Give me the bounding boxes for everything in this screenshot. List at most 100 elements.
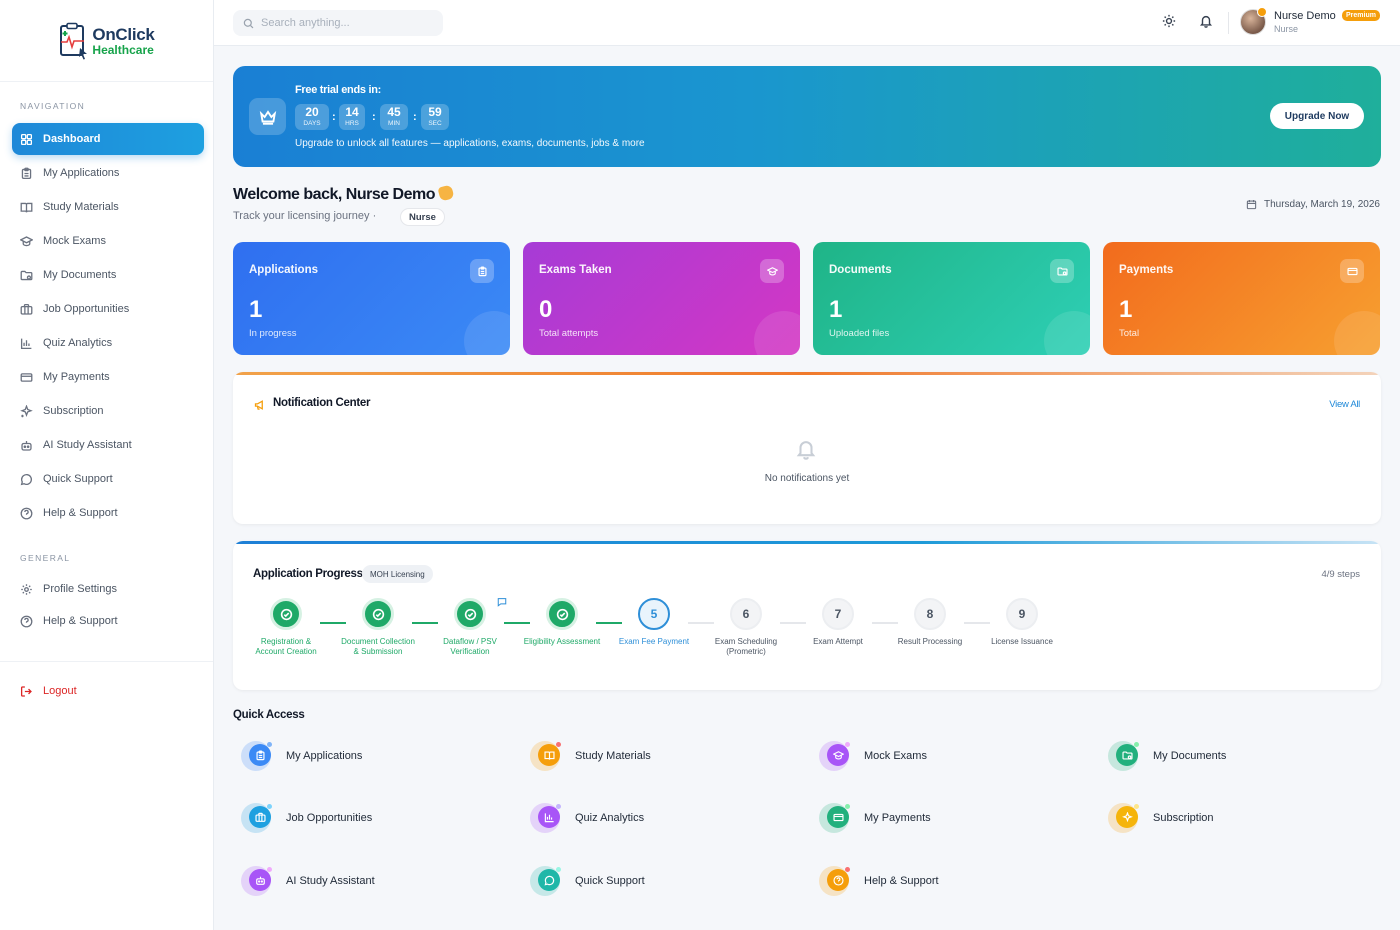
step-label: Exam Fee Payment	[618, 637, 690, 646]
step-label: Document Collection & Submission	[341, 637, 415, 656]
quick-access-my-payments[interactable]: My Payments	[819, 803, 931, 833]
briefcase-icon	[254, 812, 266, 822]
search-box[interactable]	[233, 10, 443, 36]
countdown-unit: SEC	[428, 120, 442, 127]
sidebar-item-my-documents[interactable]: My Documents	[12, 259, 204, 291]
stat-card-exams[interactable]: Exams Taken 0 Total attempts	[523, 242, 800, 355]
check-circle-icon	[556, 608, 568, 620]
quick-icon	[530, 741, 564, 771]
progress-title: Application Progress	[253, 568, 363, 580]
sidebar-item-label: Help & Support	[43, 615, 118, 627]
progress-step[interactable]: 7 Exam Attempt	[798, 598, 878, 647]
stat-icon-box	[1340, 259, 1364, 283]
quick-access-mock-exams[interactable]: Mock Exams	[819, 741, 927, 771]
decorative-bubble	[1334, 311, 1380, 355]
check-circle-icon	[280, 608, 292, 620]
logout-button[interactable]: Logout	[12, 675, 204, 707]
sidebar-item-quick-support[interactable]: Quick Support	[12, 463, 204, 495]
progress-step[interactable]: Registration & Account Creation	[246, 598, 326, 657]
step-label: License Issuance	[991, 637, 1053, 646]
progress-step[interactable]: 6 Exam Scheduling (Prometric)	[706, 598, 786, 657]
card-icon	[832, 813, 844, 821]
progress-step[interactable]: Document Collection & Submission	[338, 598, 418, 657]
quick-access-quick-support[interactable]: Quick Support	[530, 866, 645, 896]
stat-icon-box	[1050, 259, 1074, 283]
quick-access-my-documents[interactable]: My Documents	[1108, 741, 1226, 771]
sidebar-item-study-materials[interactable]: Study Materials	[12, 191, 204, 223]
sidebar-item-profile-settings[interactable]: Profile Settings	[12, 573, 204, 605]
user-name[interactable]: Nurse Demo	[1274, 10, 1336, 22]
quick-access-help-support[interactable]: Help & Support	[819, 866, 939, 896]
theme-toggle-button[interactable]	[1162, 14, 1178, 30]
sidebar-item-my-applications[interactable]: My Applications	[12, 157, 204, 189]
quick-icon	[819, 741, 853, 771]
stat-value: 1	[1119, 296, 1133, 323]
countdown-value: 20	[305, 105, 319, 119]
sidebar-item-help-support-general[interactable]: Help & Support	[12, 605, 204, 637]
stat-card-payments[interactable]: Payments 1 Total	[1103, 242, 1380, 355]
search-input[interactable]	[261, 17, 431, 29]
folder-icon	[20, 270, 33, 280]
avatar-crown-badge	[1257, 7, 1267, 17]
stat-subtitle: Uploaded files	[829, 328, 890, 339]
notifications-button[interactable]	[1199, 14, 1215, 30]
sidebar-item-dashboard[interactable]: Dashboard	[12, 123, 204, 155]
sidebar-item-my-payments[interactable]: My Payments	[12, 361, 204, 393]
quick-access-ai-study-assistant[interactable]: AI Study Assistant	[241, 866, 375, 896]
trial-subtitle: Upgrade to unlock all features — applica…	[295, 138, 645, 149]
progress-step[interactable]: Dataflow / PSV Verification	[430, 598, 510, 657]
quick-icon	[1108, 803, 1142, 833]
sidebar-item-quiz-analytics[interactable]: Quiz Analytics	[12, 327, 204, 359]
quick-access-label: Study Materials	[575, 750, 651, 762]
quick-access-study-materials[interactable]: Study Materials	[530, 741, 651, 771]
licensing-chip: MOH Licensing	[362, 565, 433, 583]
check-circle-icon	[464, 608, 476, 620]
step-complete-circle	[270, 598, 302, 630]
sidebar-item-job-opportunities[interactable]: Job Opportunities	[12, 293, 204, 325]
step-complete-circle	[454, 598, 486, 630]
sidebar-divider	[0, 661, 213, 662]
stat-card-applications[interactable]: Applications 1 In progress	[233, 242, 510, 355]
quick-access-job-opportunities[interactable]: Job Opportunities	[241, 803, 372, 833]
decorative-bubble	[464, 311, 510, 355]
sidebar-item-mock-exams[interactable]: Mock Exams	[12, 225, 204, 257]
progress-step[interactable]: Eligibility Assessment	[522, 598, 602, 647]
sidebar-item-help-support[interactable]: Help & Support	[12, 497, 204, 529]
upgrade-now-button[interactable]: Upgrade Now	[1270, 103, 1364, 129]
quick-access-subscription[interactable]: Subscription	[1108, 803, 1214, 833]
help-icon	[20, 507, 33, 519]
accent-bar	[233, 372, 1381, 375]
general-heading: GENERAL	[20, 553, 71, 563]
check-circle-icon	[372, 608, 384, 620]
stat-icon-box	[760, 259, 784, 283]
top-bar: Nurse Demo Premium Nurse	[214, 0, 1400, 46]
step-number: 7	[822, 598, 854, 630]
gear-icon	[21, 583, 32, 595]
quick-access-label: Help & Support	[864, 875, 939, 887]
progress-step-current[interactable]: 5 Exam Fee Payment	[614, 598, 694, 647]
quick-icon	[819, 866, 853, 896]
progress-step[interactable]: 8 Result Processing	[890, 598, 970, 647]
quick-access-quiz-analytics[interactable]: Quiz Analytics	[530, 803, 644, 833]
countdown-separator: :	[332, 111, 336, 123]
sidebar-item-label: Quick Support	[43, 473, 113, 485]
calendar-icon	[1246, 200, 1257, 210]
progress-step[interactable]: 9 License Issuance	[982, 598, 1062, 647]
trial-label: Free trial ends in:	[295, 84, 381, 96]
quick-access-my-applications[interactable]: My Applications	[241, 741, 362, 771]
bar-chart-icon	[20, 338, 32, 349]
view-all-link[interactable]: View All	[1329, 399, 1360, 410]
welcome-subtitle: Track your licensing journey ·	[233, 210, 377, 222]
countdown-value: 59	[428, 105, 442, 119]
sidebar-item-subscription[interactable]: Subscription	[12, 395, 204, 427]
notification-title: Notification Center	[273, 397, 371, 409]
stat-card-documents[interactable]: Documents 1 Uploaded files	[813, 242, 1090, 355]
clipboard-icon	[477, 265, 487, 276]
brand-logo[interactable]: OnClick Healthcare	[0, 0, 213, 82]
robot-icon	[21, 440, 32, 451]
quick-access-label: Subscription	[1153, 812, 1214, 824]
sidebar-item-label: AI Study Assistant	[43, 439, 132, 451]
quick-icon	[530, 803, 564, 833]
page-title: Welcome back, Nurse Demo	[233, 184, 455, 204]
sidebar-item-ai-study-assistant[interactable]: AI Study Assistant	[12, 429, 204, 461]
